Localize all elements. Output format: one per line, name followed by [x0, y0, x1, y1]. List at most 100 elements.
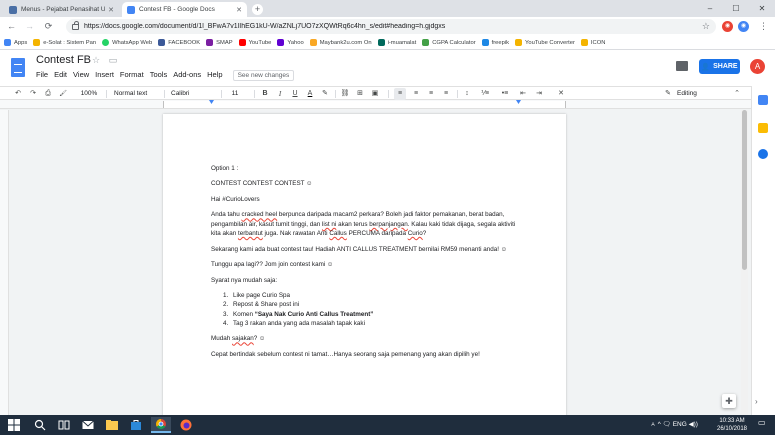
misspelled-word[interactable]: berpanjangan [369, 221, 408, 228]
highlight-icon[interactable]: ✎ [320, 88, 330, 100]
close-tab-icon[interactable]: ✕ [236, 6, 242, 14]
comments-icon[interactable] [676, 61, 688, 71]
paint-format-icon[interactable]: 🖌 [58, 88, 68, 100]
forward-button[interactable]: → [23, 20, 36, 33]
firefox-icon[interactable] [179, 418, 193, 432]
bold-button[interactable]: B [260, 88, 270, 100]
bookmark-youtube-converter[interactable]: YouTube Converter [515, 39, 575, 46]
bookmark-apps[interactable]: Apps [4, 39, 27, 46]
bookmark-youtube[interactable]: YouTube [238, 39, 271, 46]
line-spacing-icon[interactable]: ↕ [462, 88, 472, 100]
chrome-taskbar-button[interactable] [151, 417, 171, 433]
bookmark-smap[interactable]: SMAP [206, 39, 233, 46]
misspelled-word[interactable]: terbantut [238, 230, 263, 237]
explore-button[interactable]: ✚ [722, 394, 736, 408]
style-select[interactable]: Normal text [114, 88, 156, 100]
bookmark-whatsapp[interactable]: WhatsApp Web [102, 39, 152, 46]
align-left-button[interactable]: ≡ [394, 88, 406, 100]
insert-image-icon[interactable]: ▣ [370, 88, 380, 100]
bookmark-freepik[interactable]: freepik [481, 39, 509, 46]
vertical-scrollbar[interactable] [741, 110, 748, 415]
italic-button[interactable]: I [275, 88, 285, 100]
align-center-button[interactable]: ≡ [410, 88, 422, 100]
new-tab-button[interactable]: + [252, 4, 263, 15]
link-icon[interactable]: ⛓ [340, 88, 350, 100]
keep-icon[interactable] [758, 123, 768, 133]
redo-icon[interactable]: ↷ [28, 88, 38, 100]
bookmark-imuamalat[interactable]: i-muamalat [377, 39, 416, 46]
tab-menus[interactable]: Menus - Pejabat Penasihat Undang ✕ [4, 2, 119, 17]
collapse-menu-icon[interactable]: ⌃ [732, 88, 742, 100]
reload-button[interactable]: ⟳ [42, 20, 55, 33]
font-select[interactable]: Calibri [171, 88, 201, 100]
star-folder-icons[interactable]: ☆ ▭ [92, 55, 120, 66]
bookmark-yahoo[interactable]: Yahoo [277, 39, 304, 46]
menu-help[interactable]: Help [207, 70, 222, 81]
maximize-button[interactable]: ☐ [723, 0, 749, 17]
undo-icon[interactable]: ↶ [13, 88, 23, 100]
numbered-list-icon[interactable]: ⅟≡ [478, 88, 492, 100]
bookmark-maybank[interactable]: Maybank2u.com On [309, 39, 372, 46]
editing-mode-select[interactable]: Editing [677, 88, 707, 100]
minimize-button[interactable]: – [697, 0, 723, 17]
bookmark-icon-folder[interactable]: ICON [580, 39, 605, 46]
bulleted-list-icon[interactable]: •≡ [498, 88, 512, 100]
align-right-button[interactable]: ≡ [425, 88, 437, 100]
menu-addons[interactable]: Add-ons [173, 70, 201, 81]
zoom-select[interactable]: 100% [78, 88, 100, 100]
tab-contest-fb[interactable]: Contest FB - Google Docs ✕ [122, 2, 247, 17]
menu-view[interactable]: View [73, 70, 89, 81]
bookmark-cgpa[interactable]: CGPA Calculator [422, 39, 476, 46]
notifications-icon[interactable]: ▭ [758, 418, 766, 427]
expand-panel-icon[interactable]: › [755, 397, 758, 406]
see-new-changes-button[interactable]: See new changes [232, 70, 295, 81]
system-tray[interactable]: ㅅ ^ 🗨 ENG ◀)) [650, 418, 698, 428]
store-icon[interactable] [129, 418, 143, 432]
close-tab-icon[interactable]: ✕ [108, 6, 114, 14]
back-button[interactable]: ← [5, 20, 18, 33]
search-icon[interactable] [33, 418, 47, 432]
misspelled-word[interactable]: Curio [408, 230, 423, 237]
docs-logo-icon[interactable] [11, 58, 25, 77]
menu-insert[interactable]: Insert [95, 70, 114, 81]
calendar-icon[interactable] [758, 95, 768, 105]
close-window-button[interactable]: ✕ [749, 0, 775, 17]
mail-icon[interactable] [81, 418, 95, 432]
decrease-indent-icon[interactable]: ⇤ [518, 88, 528, 100]
menu-format[interactable]: Format [120, 70, 144, 81]
bookmark-star-icon[interactable]: ☆ [702, 21, 710, 32]
menu-edit[interactable]: Edit [54, 70, 67, 81]
scrollbar-thumb[interactable] [742, 110, 747, 270]
taskbar-clock[interactable]: 10:33 AM 26/10/2018 [712, 417, 752, 433]
document-page[interactable]: Option 1 : CONTEST CONTEST CONTEST ☺ Hai… [163, 114, 566, 415]
url-text[interactable]: https://docs.google.com/document/d/1l_BF… [84, 23, 702, 30]
misspelled-word[interactable]: cracked heel [241, 211, 277, 218]
file-explorer-icon[interactable] [105, 418, 119, 432]
address-bar[interactable]: https://docs.google.com/document/d/1l_BF… [66, 19, 716, 34]
task-view-icon[interactable] [57, 418, 71, 432]
tasks-icon[interactable] [758, 149, 768, 159]
text-color-button[interactable]: A [305, 88, 315, 100]
document-title[interactable]: Contest FB [36, 54, 91, 66]
increase-indent-icon[interactable]: ⇥ [534, 88, 544, 100]
add-comment-icon[interactable]: ⊞ [355, 88, 365, 100]
clear-formatting-icon[interactable]: ✕ [556, 88, 566, 100]
misspelled-word[interactable]: list ni [322, 221, 336, 228]
share-button[interactable]: 👤 SHARE [699, 59, 740, 74]
bookmark-facebook[interactable]: FACEBOOK [158, 39, 200, 46]
menu-file[interactable]: File [36, 70, 48, 81]
document-body[interactable]: Option 1 : CONTEST CONTEST CONTEST ☺ Hai… [211, 164, 521, 365]
menu-tools[interactable]: Tools [150, 70, 168, 81]
chrome-menu-icon[interactable]: ⋮ [757, 20, 770, 33]
misspelled-word[interactable]: Callus [329, 230, 347, 237]
underline-button[interactable]: U [290, 88, 300, 100]
windows-start-icon[interactable] [7, 418, 21, 432]
extension-icon[interactable]: ◉ [738, 21, 749, 32]
print-icon[interactable]: ⎙ [43, 88, 53, 100]
avatar[interactable]: A [750, 59, 765, 74]
font-size-select[interactable]: 11 [228, 88, 242, 100]
misspelled-word[interactable]: sajakan [232, 335, 254, 342]
justify-button[interactable]: ≡ [440, 88, 452, 100]
bookmark-esolat[interactable]: e-Solat : Sistem Pan [33, 39, 96, 46]
extension-icon[interactable]: ◉ [722, 21, 733, 32]
